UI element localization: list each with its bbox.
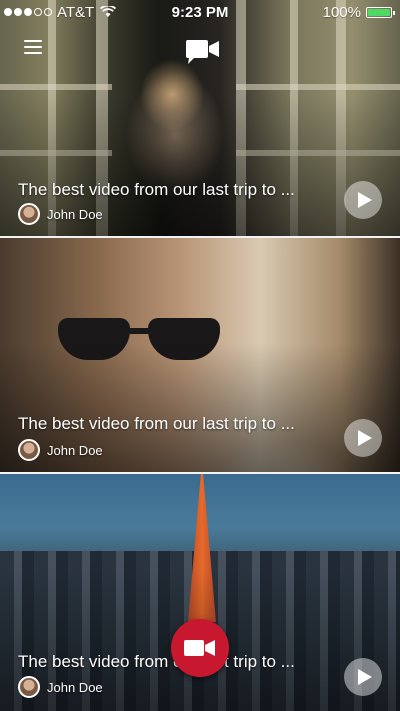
video-card[interactable]: The best video from our last trip to ...… bbox=[0, 238, 400, 472]
video-author: John Doe bbox=[18, 439, 103, 461]
play-icon bbox=[357, 669, 372, 685]
author-name: John Doe bbox=[47, 206, 103, 222]
video-author: John Doe bbox=[18, 203, 103, 225]
video-title: The best video from our last trip to ... bbox=[18, 180, 295, 199]
video-title: The best video from our last trip to ... bbox=[18, 414, 295, 433]
play-button[interactable] bbox=[344, 658, 382, 696]
battery-icon bbox=[366, 6, 395, 18]
play-button[interactable] bbox=[344, 181, 382, 219]
author-name: John Doe bbox=[47, 679, 103, 695]
author-name: John Doe bbox=[47, 442, 103, 458]
record-video-button[interactable] bbox=[171, 619, 229, 677]
avatar bbox=[18, 439, 40, 461]
avatar bbox=[18, 676, 40, 698]
video-author: John Doe bbox=[18, 676, 103, 698]
play-icon bbox=[357, 192, 372, 208]
battery-percent: 100% bbox=[322, 3, 361, 21]
video-camera-icon bbox=[184, 640, 215, 656]
avatar bbox=[18, 203, 40, 225]
play-button[interactable] bbox=[344, 419, 382, 457]
status-bar: AT&T 9:23 PM 100% bbox=[0, 0, 400, 24]
play-icon bbox=[357, 430, 372, 446]
video-card[interactable]: The best video from our last trip to ...… bbox=[0, 0, 400, 236]
menu-button[interactable] bbox=[24, 40, 42, 54]
video-camera-chat-icon bbox=[186, 40, 219, 64]
